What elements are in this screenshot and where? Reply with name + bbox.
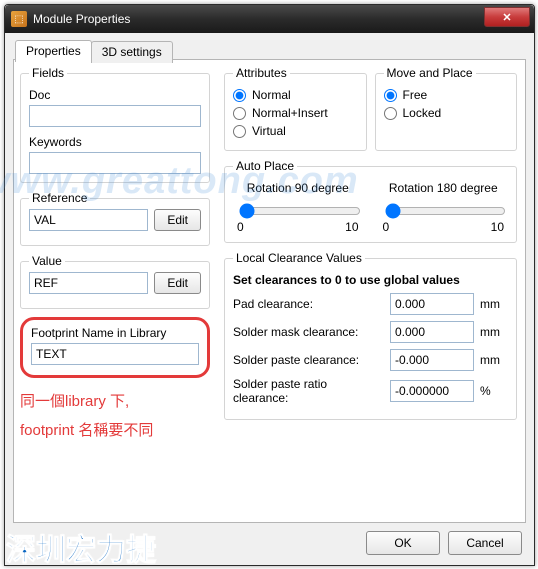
keywords-label: Keywords xyxy=(29,135,201,149)
attr-normal-radio[interactable] xyxy=(233,89,246,102)
auto-place-group: Auto Place Rotation 90 degree 0 10 xyxy=(224,159,517,243)
tab-properties[interactable]: Properties xyxy=(15,40,92,62)
solder-paste-input[interactable] xyxy=(390,349,474,371)
clearance-legend: Local Clearance Values xyxy=(233,251,365,265)
solder-paste-ratio-row: Solder paste ratio clearance: % xyxy=(233,377,508,405)
watermark-brand: 深圳宏力捷 xyxy=(6,525,156,569)
reference-legend: Reference xyxy=(29,191,90,205)
attr-virtual-radio[interactable] xyxy=(233,125,246,138)
rot180-slider[interactable] xyxy=(385,203,507,219)
annotation-text: 同一個library 下, footprint 名稱要不同 xyxy=(20,388,210,445)
mp-locked[interactable]: Locked xyxy=(384,106,509,120)
cancel-button[interactable]: Cancel xyxy=(448,531,522,555)
mp-free-radio[interactable] xyxy=(384,89,397,102)
footprint-highlight-box: Footprint Name in Library xyxy=(20,317,210,378)
clearance-group: Local Clearance Values Set clearances to… xyxy=(224,251,517,420)
annotation-line1: 同一個library 下, xyxy=(20,388,210,417)
attr-normal-insert-radio[interactable] xyxy=(233,107,246,120)
fields-group: Fields Doc Keywords xyxy=(20,66,210,183)
reference-group: Reference Edit xyxy=(20,191,210,246)
solder-mask-row: Solder mask clearance: mm xyxy=(233,321,508,343)
doc-input[interactable] xyxy=(29,105,201,127)
left-column: Fields Doc Keywords Reference Edit Value xyxy=(14,60,216,522)
attributes-group: Attributes Normal Normal+Insert Virtual xyxy=(224,66,367,151)
move-place-group: Move and Place Free Locked xyxy=(375,66,518,151)
value-group: Value Edit xyxy=(20,254,210,309)
value-legend: Value xyxy=(29,254,65,268)
attr-normal-insert[interactable]: Normal+Insert xyxy=(233,106,358,120)
auto-place-legend: Auto Place xyxy=(233,159,297,173)
annotation-line2: footprint 名稱要不同 xyxy=(20,417,210,446)
clearance-hint: Set clearances to 0 to use global values xyxy=(233,273,508,287)
pad-clearance-input[interactable] xyxy=(390,293,474,315)
close-button[interactable]: ✕ xyxy=(484,7,530,27)
mp-free[interactable]: Free xyxy=(384,88,509,102)
fields-legend: Fields xyxy=(29,66,67,80)
mp-locked-radio[interactable] xyxy=(384,107,397,120)
reference-input[interactable] xyxy=(29,209,148,231)
titlebar[interactable]: ⬚ Module Properties ✕ xyxy=(5,5,534,33)
attr-virtual[interactable]: Virtual xyxy=(233,124,358,138)
solder-paste-row: Solder paste clearance: mm xyxy=(233,349,508,371)
right-column: Attributes Normal Normal+Insert Virtual xyxy=(216,60,525,522)
module-properties-window: ⬚ Module Properties ✕ Properties 3D sett… xyxy=(4,4,535,566)
attr-normal[interactable]: Normal xyxy=(233,88,358,102)
doc-label: Doc xyxy=(29,88,201,102)
solder-paste-ratio-input[interactable] xyxy=(390,380,474,402)
tab-3d-settings[interactable]: 3D settings xyxy=(91,41,173,63)
footprint-input[interactable] xyxy=(31,343,199,365)
pad-clearance-row: Pad clearance: mm xyxy=(233,293,508,315)
attributes-legend: Attributes xyxy=(233,66,290,80)
rot90-slider[interactable] xyxy=(239,203,361,219)
ok-button[interactable]: OK xyxy=(366,531,440,555)
dialog-buttons: OK Cancel xyxy=(366,531,522,555)
move-place-legend: Move and Place xyxy=(384,66,476,80)
value-edit-button[interactable]: Edit xyxy=(154,272,201,294)
app-icon: ⬚ xyxy=(11,11,27,27)
window-title: Module Properties xyxy=(33,12,130,26)
rot90-label: Rotation 90 degree xyxy=(233,181,363,195)
keywords-input[interactable] xyxy=(29,152,201,174)
reference-edit-button[interactable]: Edit xyxy=(154,209,201,231)
rot180-label: Rotation 180 degree xyxy=(379,181,509,195)
tabstrip: Properties 3D settings xyxy=(15,39,172,61)
footprint-legend: Footprint Name in Library xyxy=(31,326,199,340)
client-area: Properties 3D settings Fields Doc Keywor… xyxy=(5,33,534,565)
tab-page-properties: Fields Doc Keywords Reference Edit Value xyxy=(13,59,526,523)
solder-mask-input[interactable] xyxy=(390,321,474,343)
value-input[interactable] xyxy=(29,272,148,294)
